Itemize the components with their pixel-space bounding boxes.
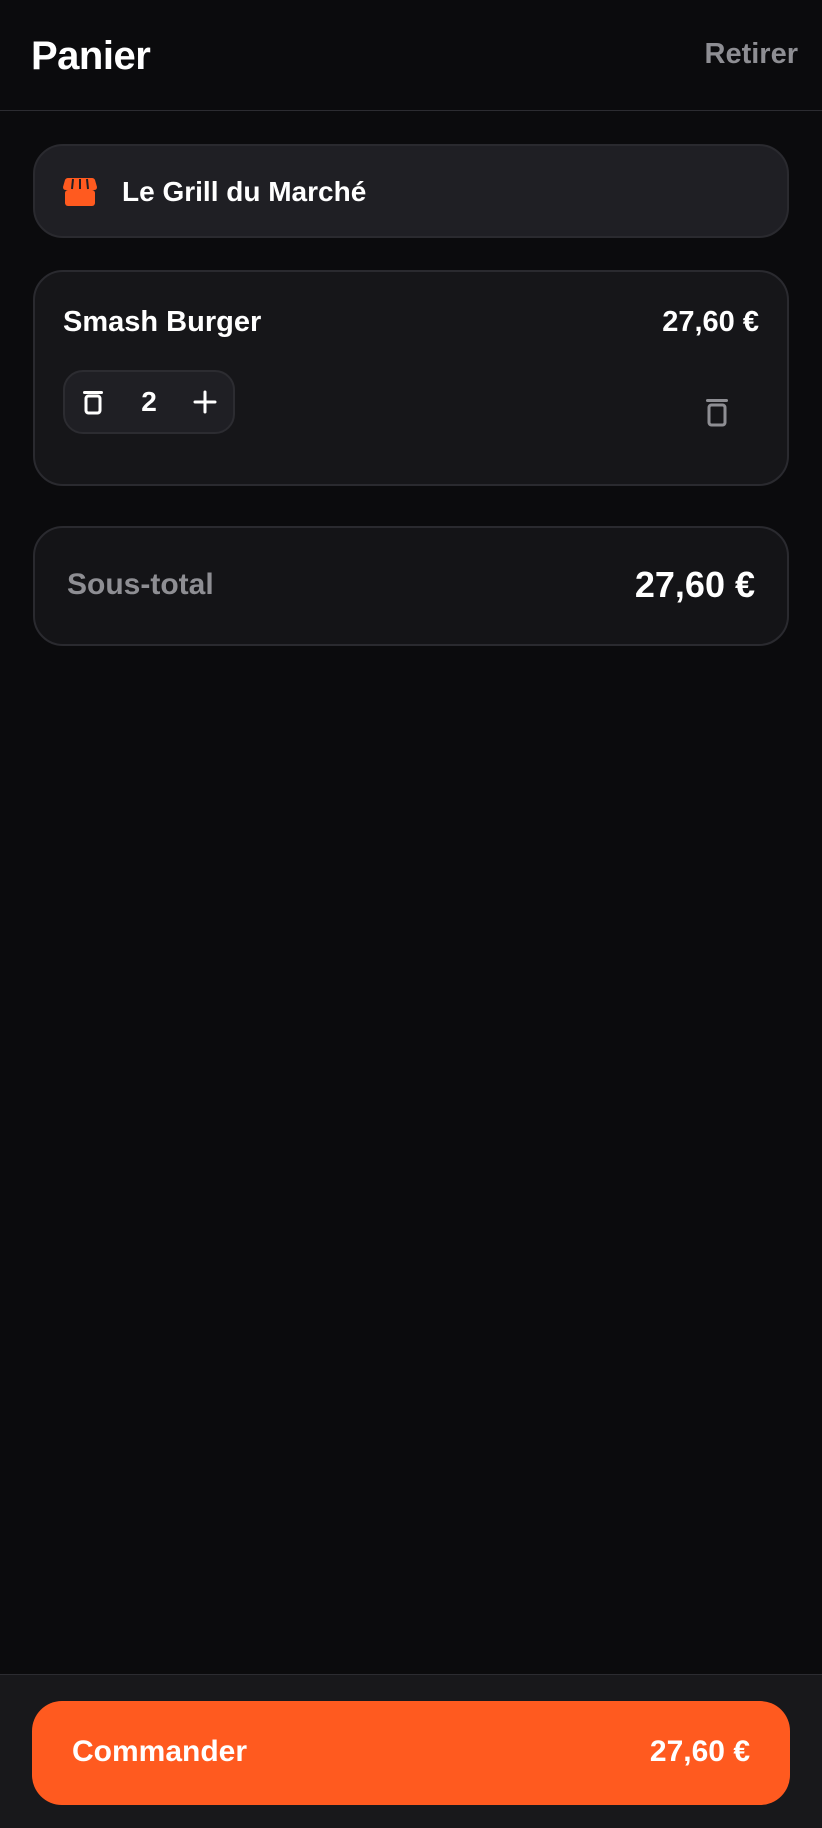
plus-icon xyxy=(193,390,217,414)
header: Panier Retirer xyxy=(0,0,822,111)
quantity-stepper: 2 xyxy=(63,370,235,434)
quantity-value: 2 xyxy=(141,386,157,417)
page-title: Panier xyxy=(31,34,151,78)
storefront-icon xyxy=(63,178,97,206)
decrement-button[interactable] xyxy=(65,372,121,432)
subtotal-card: Sous-total 27,60 € xyxy=(33,526,789,646)
order-button[interactable]: Commander 27,60 € xyxy=(32,1701,790,1805)
trash-icon xyxy=(706,399,728,427)
item-name: Smash Burger xyxy=(63,306,262,338)
remove-button[interactable]: Retirer xyxy=(705,38,799,71)
subtotal-value: 27,60 € xyxy=(634,564,755,605)
footer-bar: Commander 27,60 € xyxy=(0,1674,822,1828)
increment-button[interactable] xyxy=(177,372,233,432)
order-button-label: Commander xyxy=(72,1735,248,1768)
restaurant-card[interactable]: Le Grill du Marché xyxy=(33,144,789,238)
restaurant-name: Le Grill du Marché xyxy=(122,176,367,207)
subtotal-label: Sous-total xyxy=(67,568,214,601)
delete-item-button[interactable] xyxy=(697,392,737,432)
trash-icon xyxy=(83,391,103,415)
item-price: 27,60 € xyxy=(662,306,759,338)
order-button-total: 27,60 € xyxy=(649,1735,750,1768)
cart-item: Smash Burger 27,60 € 2 xyxy=(33,270,789,486)
